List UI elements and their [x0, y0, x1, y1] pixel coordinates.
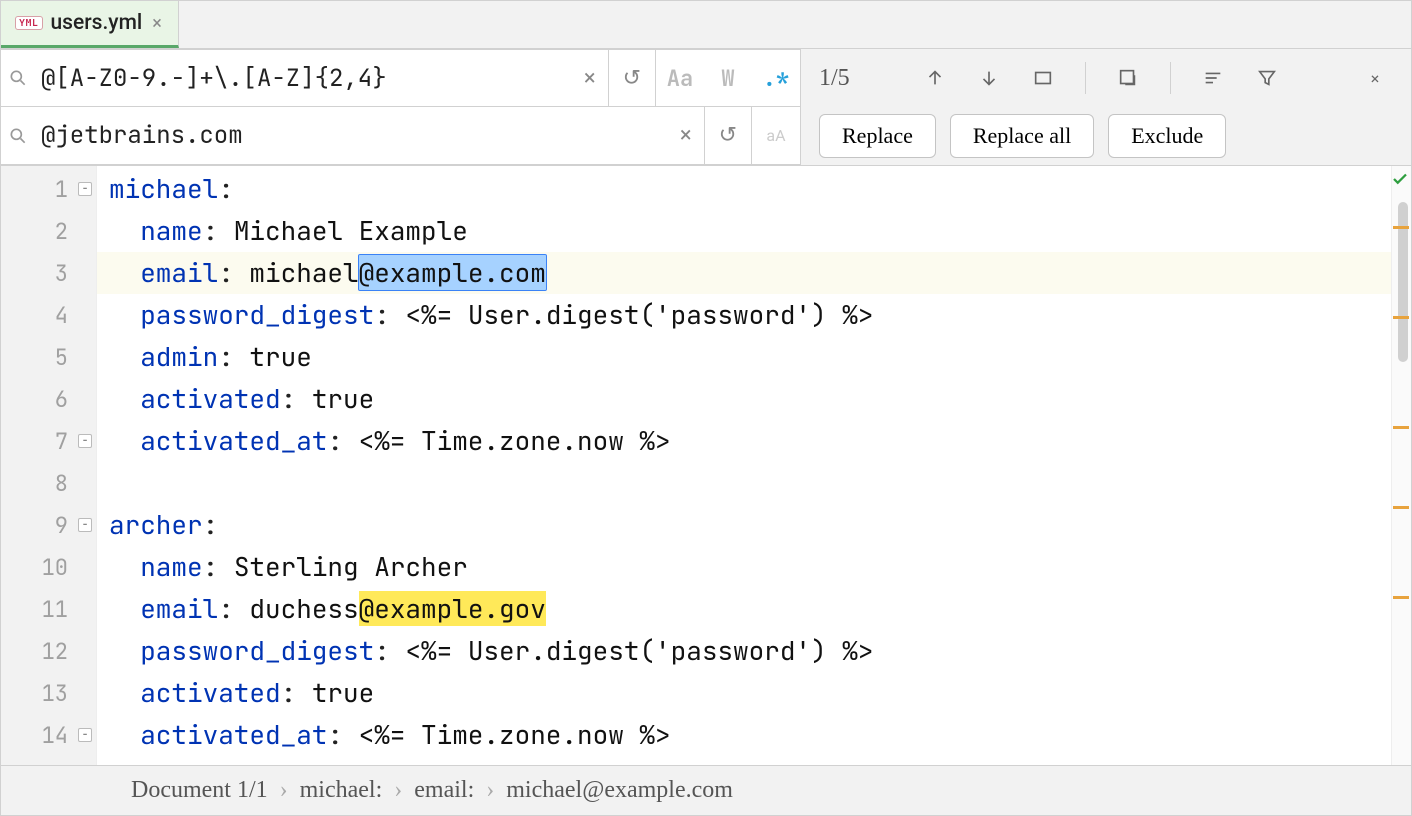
separator	[1170, 62, 1171, 94]
code-line[interactable]: archer:	[97, 504, 1391, 546]
find-toggles: Aa W .*	[655, 50, 800, 106]
gutter: 1−234567−89−1011121314−	[1, 166, 97, 765]
line-number[interactable]: 5	[1, 336, 96, 378]
code-line[interactable]: email: michael@example.com	[97, 252, 1391, 294]
find-row: × ↺ Aa W .* 1/5 ×	[1, 49, 1411, 107]
code-line[interactable]: name: Michael Example	[97, 210, 1391, 252]
match-marker[interactable]	[1393, 316, 1409, 319]
replace-input[interactable]	[35, 116, 668, 155]
line-number[interactable]: 12	[1, 630, 96, 672]
tab-bar: YML users.yml ×	[1, 1, 1411, 49]
breadcrumb-item[interactable]: Document 1/1	[131, 777, 268, 804]
code-line[interactable]: password_digest: <%= User.digest('passwo…	[97, 294, 1391, 336]
match-count: 1/5	[819, 65, 899, 92]
line-number[interactable]: 14−	[1, 714, 96, 756]
line-number[interactable]: 1−	[1, 168, 96, 210]
whole-word-toggle[interactable]: W	[704, 50, 752, 106]
find-history-icon[interactable]: ↺	[608, 50, 655, 106]
line-number[interactable]: 9−	[1, 504, 96, 546]
editor[interactable]: 1−234567−89−1011121314− michael: name: M…	[1, 166, 1411, 765]
breadcrumb[interactable]: Document 1/1 › michael: › email: › michael@exa…	[1, 765, 1411, 815]
line-number[interactable]: 11	[1, 588, 96, 630]
code-area[interactable]: michael: name: Michael Example email: mi…	[97, 166, 1391, 765]
code-line[interactable]: activated: true	[97, 672, 1391, 714]
code-line[interactable]	[97, 462, 1391, 504]
select-all-button[interactable]	[1025, 60, 1061, 96]
line-number[interactable]: 8	[1, 462, 96, 504]
ide-editor-window: YML users.yml × × ↺ Aa W .* 1/5	[0, 0, 1412, 816]
line-number[interactable]: 10	[1, 546, 96, 588]
marker-strip[interactable]	[1391, 166, 1411, 765]
match-marker[interactable]	[1393, 506, 1409, 509]
code-line[interactable]: activated_at: <%= Time.zone.now %>	[97, 714, 1391, 756]
code-line[interactable]: name: Sterling Archer	[97, 546, 1391, 588]
more-options-button[interactable]	[1195, 60, 1231, 96]
search-icon	[1, 68, 35, 88]
close-find-icon[interactable]: ×	[1357, 60, 1393, 96]
search-icon	[1, 126, 35, 146]
replace-all-button[interactable]: Replace all	[950, 114, 1094, 158]
find-replace-bar: × ↺ Aa W .* 1/5 ×	[1, 49, 1411, 166]
replace-button[interactable]: Replace	[819, 114, 936, 158]
code-line[interactable]: email: duchess@example.gov	[97, 588, 1391, 630]
code-line[interactable]: activated_at: <%= Time.zone.now %>	[97, 420, 1391, 462]
exclude-button[interactable]: Exclude	[1108, 114, 1226, 158]
fold-icon[interactable]: −	[78, 434, 92, 448]
code-line[interactable]: activated: true	[97, 378, 1391, 420]
fold-icon[interactable]: −	[78, 518, 92, 532]
line-number[interactable]: 3	[1, 252, 96, 294]
yml-icon: YML	[15, 16, 43, 30]
replace-input-wrapper: × ↺ aA	[1, 107, 801, 165]
match-marker[interactable]	[1393, 596, 1409, 599]
line-number[interactable]: 4	[1, 294, 96, 336]
find-input-wrapper: × ↺ Aa W .*	[1, 49, 801, 107]
replace-toggles: aA	[751, 107, 800, 164]
separator	[1085, 62, 1086, 94]
find-actions: 1/5 ×	[801, 60, 1411, 96]
tab-filename: users.yml	[51, 13, 143, 34]
close-tab-icon[interactable]: ×	[150, 11, 164, 36]
replace-buttons: Replace Replace all Exclude	[801, 114, 1411, 158]
code-line[interactable]: michael:	[97, 168, 1391, 210]
clear-replace-icon[interactable]: ×	[668, 123, 704, 148]
check-icon	[1391, 170, 1409, 192]
match-marker[interactable]	[1393, 426, 1409, 429]
breadcrumb-item[interactable]: email:	[414, 777, 474, 804]
line-number[interactable]: 13	[1, 672, 96, 714]
breadcrumb-item[interactable]: michael:	[300, 777, 383, 804]
file-tab[interactable]: YML users.yml ×	[1, 1, 179, 48]
chevron-right-icon: ›	[280, 777, 288, 804]
line-number[interactable]: 7−	[1, 420, 96, 462]
chevron-right-icon: ›	[394, 777, 402, 804]
fold-icon[interactable]: −	[78, 182, 92, 196]
match-case-toggle[interactable]: Aa	[656, 50, 704, 106]
clear-find-icon[interactable]: ×	[572, 66, 608, 91]
next-match-button[interactable]	[971, 60, 1007, 96]
chevron-right-icon: ›	[486, 777, 494, 804]
match-marker[interactable]	[1393, 226, 1409, 229]
code-line[interactable]: password_digest: <%= User.digest('passwo…	[97, 630, 1391, 672]
filter-button[interactable]	[1249, 60, 1285, 96]
fold-icon[interactable]: −	[78, 728, 92, 742]
replace-row: × ↺ aA Replace Replace all Exclude	[1, 107, 1411, 165]
open-in-window-button[interactable]	[1110, 60, 1146, 96]
prev-match-button[interactable]	[917, 60, 953, 96]
regex-toggle[interactable]: .*	[752, 50, 800, 106]
breadcrumb-item[interactable]: michael@example.com	[506, 777, 733, 804]
line-number[interactable]: 2	[1, 210, 96, 252]
line-number[interactable]: 6	[1, 378, 96, 420]
preserve-case-toggle[interactable]: aA	[752, 107, 800, 164]
find-input[interactable]	[35, 59, 572, 98]
code-line[interactable]: admin: true	[97, 336, 1391, 378]
replace-history-icon[interactable]: ↺	[704, 107, 751, 164]
